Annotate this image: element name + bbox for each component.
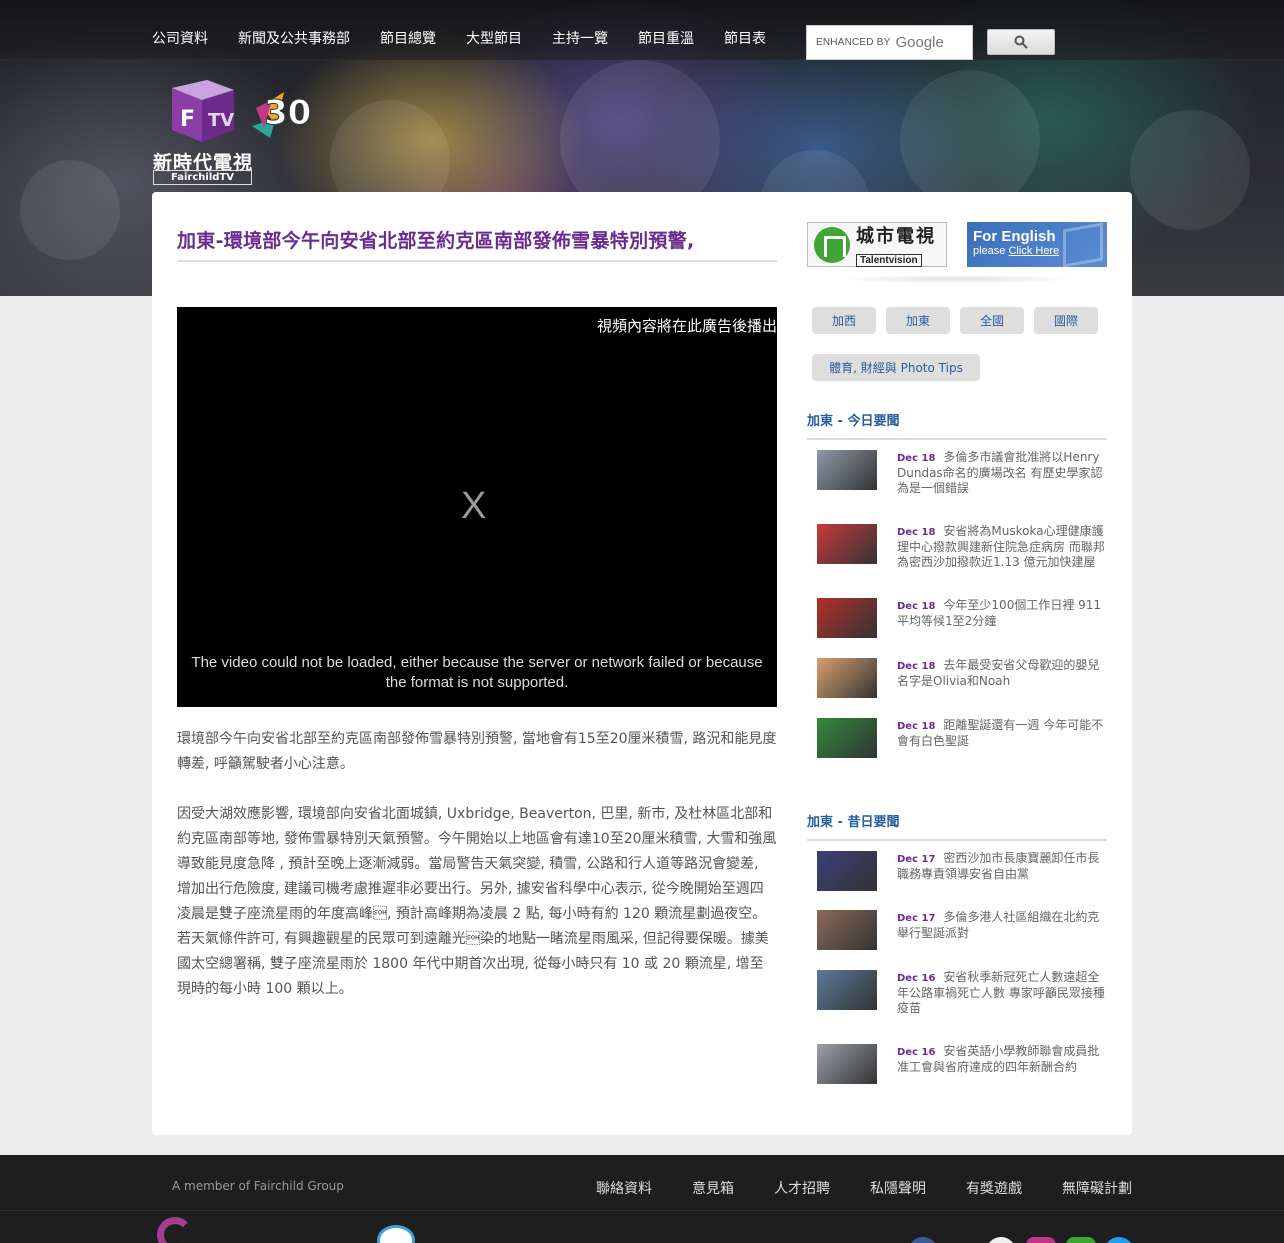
news-thumbnail[interactable] [817,718,877,758]
footer-divider [0,1210,1284,1211]
footer: A member of Fairchild Group 聯絡資料 意見箱 人才招… [0,1155,1284,1243]
facebook-icon[interactable] [908,1237,938,1243]
nav-hosts[interactable]: 主持一覽 [552,28,608,48]
article-title: 加東-環境部今午向安省北部至約克區南部發佈雪暴特別預警, [177,230,695,252]
logo-name-en: FairchildTV [153,170,252,185]
english-banner-prefix: please [973,245,1009,257]
article-body: 環境部今午向安省北部至約克區南部發佈雪暴特別預警, 當地會有15至20厘米積雪,… [177,727,777,1027]
search-enhanced-label: ENHANCED BY [816,37,891,48]
news-headline[interactable]: Dec 18 距離聖誕還有一週 今年可能不會有白色聖誕 [897,718,1107,749]
category-sports-finance-button[interactable]: 體育, 財經與 Photo Tips [812,354,980,381]
search-input[interactable]: ENHANCED BY Google [806,25,973,60]
search-icon [1014,35,1028,49]
article-paragraph: 因受大湖效應影響, 環境部向安省北面城鎮, Uxbridge, Beaverto… [177,806,777,997]
news-headline[interactable]: Dec 16 安省秋季新冠死亡人數遠超全年公路車禍死亡人數 專家呼籲民眾接種疫苗 [897,970,1107,1016]
today-news-divider [807,438,1107,440]
talentvision-name-en: Talentvision [856,254,922,267]
news-date: Dec 18 [897,453,936,464]
nav-program-replay[interactable]: 節目重溫 [638,28,694,48]
video-error-message: The video could not be loaded, either be… [191,654,763,691]
main-content-card: 加東-環境部今午向安省北部至約克區南部發佈雪暴特別預警, 視頻內容將在此廣告後播… [152,192,1132,1135]
ftv-watermark-icon [1063,222,1103,268]
fairchild-group-logo-icon[interactable] [157,1217,193,1243]
english-click-here-link[interactable]: Click Here [1008,245,1059,257]
news-thumbnail[interactable] [817,450,877,490]
news-date: Dec 18 [897,601,936,612]
news-date: Dec 18 [897,661,936,672]
footer-privacy-link[interactable]: 私隱聲明 [870,1178,926,1198]
news-headline[interactable]: Dec 18 多倫多市議會批准將以Henry Dundas命名的廣場改名 有歷史學… [897,450,1107,496]
search-google-label: Google [895,34,944,51]
nav-programs-overview[interactable]: 節目總覽 [380,28,436,48]
title-divider [177,260,777,262]
news-thumbnail[interactable] [817,910,877,950]
news-date: Dec 16 [897,973,936,984]
past-news-divider [807,839,1107,841]
ftv-cube-logo-icon: F TV 30 [172,80,312,142]
main-nav: 公司資料 新聞及公共事務部 節目總覽 大型節目 主持一覽 節目重溫 節目表 [152,28,796,48]
news-headline[interactable]: Dec 16 安省英語小學教師聯會成員批准工會與省府達成的四年新酬合約 [897,1044,1107,1075]
footer-contests-link[interactable]: 有獎遊戲 [966,1178,1022,1198]
svg-text:F: F [180,107,195,132]
footer-feedback-link[interactable]: 意見箱 [692,1178,734,1198]
banner-shadow [807,276,1107,286]
news-date: Dec 18 [897,527,936,538]
news-headline[interactable]: Dec 18 去年最受安省父母歡迎的嬰兒名字是Olivia和Noah [897,658,1107,689]
talentvision-banner[interactable]: 城市電視 Talentvision [807,222,947,267]
footer-links: 聯絡資料 意見箱 人才招聘 私隱聲明 有獎遊戲 無障礙計劃 [556,1178,1132,1198]
news-thumbnail[interactable] [817,970,877,1010]
english-version-banner[interactable]: For English please Click Here [967,222,1107,268]
nav-news-public-affairs[interactable]: 新聞及公共事務部 [238,28,350,48]
talentvision-name-cn: 城市電視 [856,226,936,247]
news-thumbnail[interactable] [817,598,877,638]
news-thumbnail[interactable] [817,1044,877,1084]
news-thumbnail[interactable] [817,658,877,698]
news-date: Dec 17 [897,913,936,924]
video-ad-notice: 視頻內容將在此廣告後播出 [596,317,777,335]
news-headline[interactable]: Dec 17 密西沙加市長康寶麗卸任市長職務專責領導安省自由黨 [897,851,1107,882]
past-news-heading: 加東 - 昔日要聞 [807,815,900,830]
category-international-button[interactable]: 國際 [1034,307,1098,334]
article-paragraph: 環境部今午向安省北部至約克區南部發佈雪暴特別預警, 當地會有15至20厘米積雪,… [177,731,777,772]
nav-company-info[interactable]: 公司資料 [152,28,208,48]
fairchild-logo[interactable]: F TV 30 新時代電視 FairchildTV [152,78,342,186]
news-headline[interactable]: Dec 18 今年至少100個工作日裡 911平均等候1至2分鐘 [897,598,1107,629]
news-headline[interactable]: Dec 18 安省將為Muskoka心理健康護理中心撥款興建新住院急症病房 而聯邦… [897,524,1107,570]
news-thumbnail[interactable] [817,851,877,891]
video-close-button[interactable]: X [461,485,486,528]
social-circle-icon[interactable] [986,1237,1016,1243]
today-news-heading: 加東 - 今日要聞 [807,414,900,429]
svg-text:TV: TV [208,110,234,131]
video-player[interactable]: 視頻內容將在此廣告後播出 X The video could not be lo… [177,307,777,707]
news-headline[interactable]: Dec 17 多倫多港人社區組織在北約克舉行聖誕派對 [897,910,1107,941]
footer-member-text: A member of Fairchild Group [172,1179,344,1193]
wechat-icon[interactable] [1066,1237,1096,1243]
category-west-canada-button[interactable]: 加西 [812,307,876,334]
news-date: Dec 17 [897,854,936,865]
talentvision-footer-logo-icon[interactable] [377,1225,415,1243]
talentvision-logo-icon [814,226,850,263]
news-date: Dec 18 [897,721,936,732]
news-date: Dec 16 [897,1047,936,1058]
footer-contact-link[interactable]: 聯絡資料 [596,1178,652,1198]
search-button[interactable] [987,29,1055,55]
nav-major-programs[interactable]: 大型節目 [466,28,522,48]
category-national-button[interactable]: 全國 [960,307,1024,334]
category-east-canada-button[interactable]: 加東 [886,307,950,334]
footer-careers-link[interactable]: 人才招聘 [774,1178,830,1198]
svg-text:30: 30 [264,93,311,133]
news-thumbnail[interactable] [817,524,877,564]
footer-accessibility-link[interactable]: 無障礙計劃 [1062,1178,1132,1198]
nav-schedule[interactable]: 節目表 [724,28,766,48]
twitter-icon[interactable] [1104,1237,1134,1243]
instagram-icon[interactable] [1026,1237,1056,1243]
